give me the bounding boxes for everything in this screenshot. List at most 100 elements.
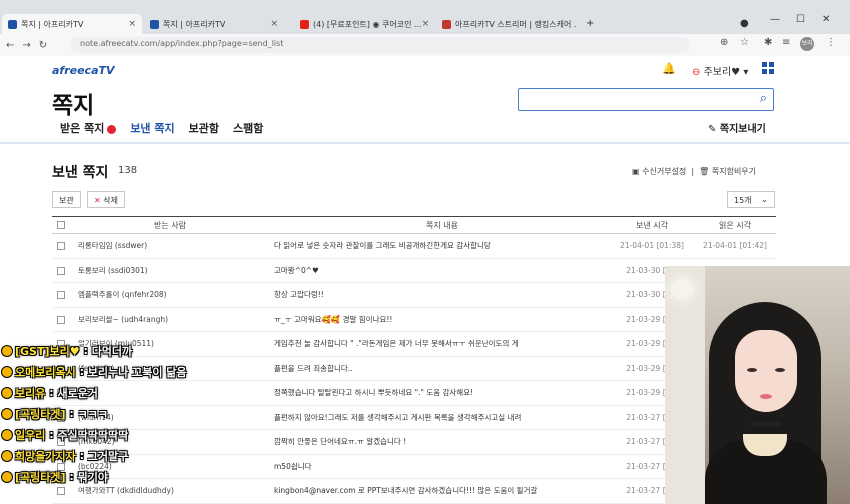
chat-nickname: [GST]보리♥ (15, 344, 80, 358)
table-header: 받는 사람 쪽지 내용 보낸 시각 읽은 시각 (52, 216, 776, 234)
chat-separator: : (75, 365, 88, 378)
browser-tab[interactable]: (4) [무료포인트] ◉ 쿠어코인 ... × (294, 14, 434, 34)
search-icon[interactable]: ⌕ (760, 91, 767, 106)
search-input[interactable]: ⌕ (518, 88, 774, 111)
chat-nickname: 오메보리옥시 (15, 365, 76, 379)
chat-separator: : (79, 344, 92, 357)
chat-line: 보리유 : 새로운거 (0, 382, 300, 403)
message-preview[interactable]: 플펀하지 않아요!그래도 저를 생각해주시고 게시판 목록을 생각해주시고실 내… (270, 412, 610, 423)
chat-message: 뭐기야 (77, 470, 108, 484)
chat-message: 주실딱딱딱딱딱 (57, 428, 129, 442)
browser-window: 쪽지 | 아프리카TV × 쪽지 | 아프리카TV × (4) [무료포인트] … (0, 0, 850, 504)
message-preview[interactable]: 정쪽했습니다 탈탈왼다고 하시니 뿌듯하네요 "." 도움 감사해요! (270, 387, 610, 398)
tab-archive[interactable]: 보관함 (189, 120, 219, 144)
divider (0, 142, 850, 144)
close-tab-icon[interactable]: × (270, 19, 278, 29)
message-preview[interactable]: kingbon4@naver.com 로 PPT보내주시면 감사하겠습니다!!!… (270, 485, 610, 496)
message-preview[interactable]: 다 읽어로 넣은 숫자라 관찰이를 그래도 비공개하긴한게요 감사합니당 (270, 240, 610, 251)
message-preview[interactable]: 플펀을 드려 죄송합니다.. (270, 363, 610, 374)
delete-button[interactable]: ✕ 삭제 (87, 191, 125, 208)
site-favicon-icon (442, 19, 451, 29)
grid-icon[interactable] (762, 62, 774, 74)
chat-user-icon (2, 408, 12, 419)
row-checkbox[interactable] (52, 315, 70, 324)
user-menu[interactable]: ⊖ 주보리♥ ▾ (692, 63, 748, 78)
reload-icon[interactable]: ↻ (39, 40, 47, 51)
chat-user-icon (2, 345, 12, 356)
chat-user-icon (2, 450, 12, 461)
chat-message: 보리누나 꼬북이 닮음 (87, 365, 187, 379)
message-preview[interactable]: 깜짝히 안좋은 단어네요ㅠ.ㅠ 알겠습니다 ! (270, 436, 610, 447)
row-checkbox[interactable] (52, 290, 70, 300)
tab-spam[interactable]: 스팸함 (233, 120, 263, 144)
browser-tab[interactable]: 아프리카TV 스트리머 | 랭킹스캐어 ... × (436, 14, 576, 34)
col-content: 쪽지 내용 (426, 220, 458, 230)
chat-user-icon (2, 387, 12, 398)
chat-nickname: [곡링타겟] (15, 470, 66, 484)
chat-nickname: 보리유 (15, 386, 46, 400)
bookmark-star-icon[interactable]: ☆ (740, 37, 749, 48)
close-tab-icon[interactable]: × (422, 19, 430, 29)
empty-box-link[interactable]: 쪽지함비우기 (712, 167, 756, 176)
minimize-window-icon[interactable]: — (770, 14, 780, 25)
trash-icon: 🗑 (699, 167, 710, 176)
message-tabs: 받은 쪽지 보낸 쪽지 보관함 스팸함 (60, 120, 263, 144)
table-row[interactable]: 리롱타임임 (ssdwer) 다 읽어로 넣은 숫자라 관찰이를 그래도 비공개하… (52, 234, 776, 259)
message-preview[interactable]: 고마봥^0^♥ (270, 265, 610, 276)
chat-separator: : (45, 428, 58, 441)
streamer-face (735, 330, 797, 412)
chat-nickname: 일우리 (15, 428, 46, 442)
message-preview[interactable]: ㅠ_ㅜ 고마워요🥰🥰 경말 힘이나요!! (270, 314, 610, 325)
chat-user-icon (2, 429, 12, 440)
browser-menu-icon[interactable]: ⋮ (826, 37, 836, 48)
message-preview[interactable]: 게임추천 놀 감사합니다 " ."라돈게임은 제가 너무 못해서ㅠㅜ 쉬운난이도… (270, 338, 610, 349)
browser-tab[interactable]: 쪽지 | 아프리카TV × (2, 14, 142, 34)
send-message-button[interactable]: ✎ 쪽지보내기 (708, 120, 766, 135)
url-field[interactable]: note.afreecatv.com/app/index.php?page=se… (70, 37, 690, 53)
recipient[interactable]: 토롱보리 (ssdi0301) (70, 265, 270, 276)
tab-inbox[interactable]: 받은 쪽지 (60, 120, 117, 144)
recipient[interactable]: 리롱타임임 (ssdwer) (70, 240, 270, 251)
page-title: 쪽지 (52, 93, 95, 119)
tab-sent[interactable]: 보낸 쪽지 (130, 120, 175, 144)
select-all-checkbox[interactable] (52, 221, 70, 230)
block-settings-link[interactable]: 수신거부설정 (642, 167, 686, 176)
sent-time: 21-04-01 [01:38] (620, 241, 684, 251)
keep-button[interactable]: 보관 (52, 191, 81, 208)
extensions-icon[interactable]: ✱ (764, 37, 772, 48)
new-tab-button[interactable]: + (586, 18, 594, 29)
browser-tab[interactable]: 쪽지 | 아프리카TV × (144, 14, 284, 34)
afreeca-favicon-icon (8, 19, 17, 29)
chat-message: 새로운거 (57, 386, 98, 400)
chat-user-icon (2, 471, 12, 482)
profile-avatar[interactable]: 보리 (800, 37, 814, 51)
pencil-icon: ✎ (708, 124, 717, 135)
tab-search-icon[interactable]: ≡ (782, 37, 790, 48)
lamp (671, 278, 693, 300)
media-control-icon[interactable]: ● (740, 18, 749, 29)
page-size-select[interactable]: 15개 ⌄ (727, 191, 775, 208)
bell-icon[interactable]: 🔔 (662, 62, 676, 75)
row-checkbox[interactable] (52, 486, 70, 496)
chat-line: 희망을가지자 : 그거말구 (0, 445, 300, 466)
back-icon[interactable]: ← (6, 40, 14, 51)
recipient[interactable]: 보리보리쌀~ (udh4rangh) (70, 314, 270, 325)
message-preview[interactable]: 항상 고맙다렁!! (270, 289, 610, 300)
close-window-icon[interactable]: ✕ (822, 14, 830, 25)
afreeca-logo[interactable]: afreecaTV (52, 64, 115, 77)
row-checkbox[interactable] (52, 266, 70, 275)
message-preview[interactable]: m50쉽니다 (270, 461, 610, 472)
recipient[interactable]: 엠플랙주롤이 (qnfehr208) (70, 289, 270, 300)
read-time: 21-04-01 [01:42] (703, 241, 767, 251)
user-status-icon: ⊖ (692, 67, 701, 78)
maximize-window-icon[interactable]: ☐ (796, 14, 805, 25)
chat-separator: : (45, 386, 58, 399)
browser-tab-bar: 쪽지 | 아프리카TV × 쪽지 | 아프리카TV × (4) [무료포인트] … (0, 0, 850, 34)
forward-icon[interactable]: → (22, 40, 30, 51)
zoom-icon[interactable]: ⊕ (720, 37, 728, 48)
row-checkbox[interactable] (52, 241, 70, 251)
close-tab-icon[interactable]: × (128, 19, 136, 29)
chat-line: [GST]보리♥ : 다먹더까 (0, 340, 300, 361)
webcam-overlay (665, 266, 850, 504)
delete-x-icon: ✕ (94, 196, 101, 205)
